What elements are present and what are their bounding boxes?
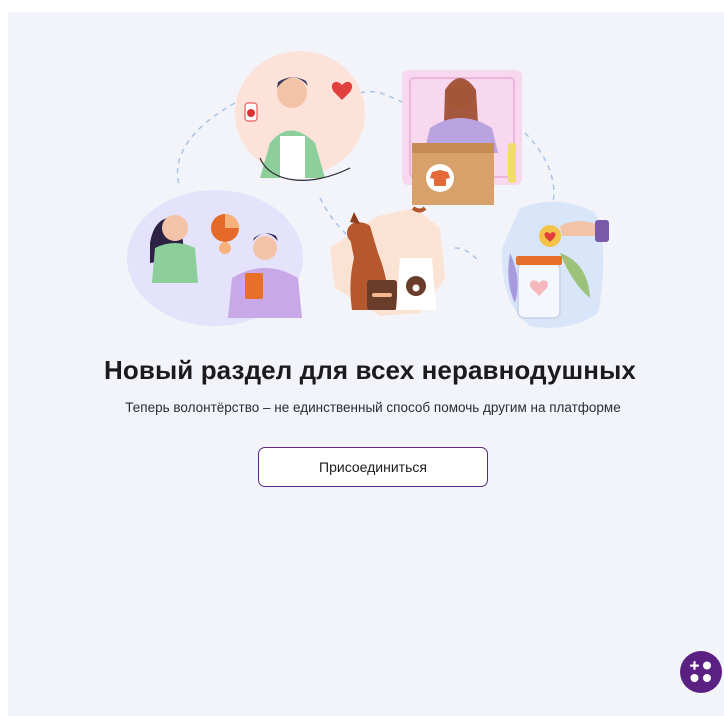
page-title: Новый раздел для всех неравнодушных (104, 355, 636, 385)
page-subtitle: Теперь волонтёрство – не единственный сп… (125, 400, 621, 415)
join-button[interactable]: Присоединиться (258, 447, 488, 487)
pet-food-illustration (330, 206, 445, 316)
hero-illustration (127, 51, 609, 328)
plus-dots-icon (690, 661, 711, 682)
clothes-box-illustration (402, 70, 522, 205)
blood-donation-illustration (235, 51, 365, 181)
learning-together-illustration (127, 190, 303, 326)
floating-action-button[interactable] (680, 651, 722, 693)
donation-jar-illustration (501, 201, 609, 328)
